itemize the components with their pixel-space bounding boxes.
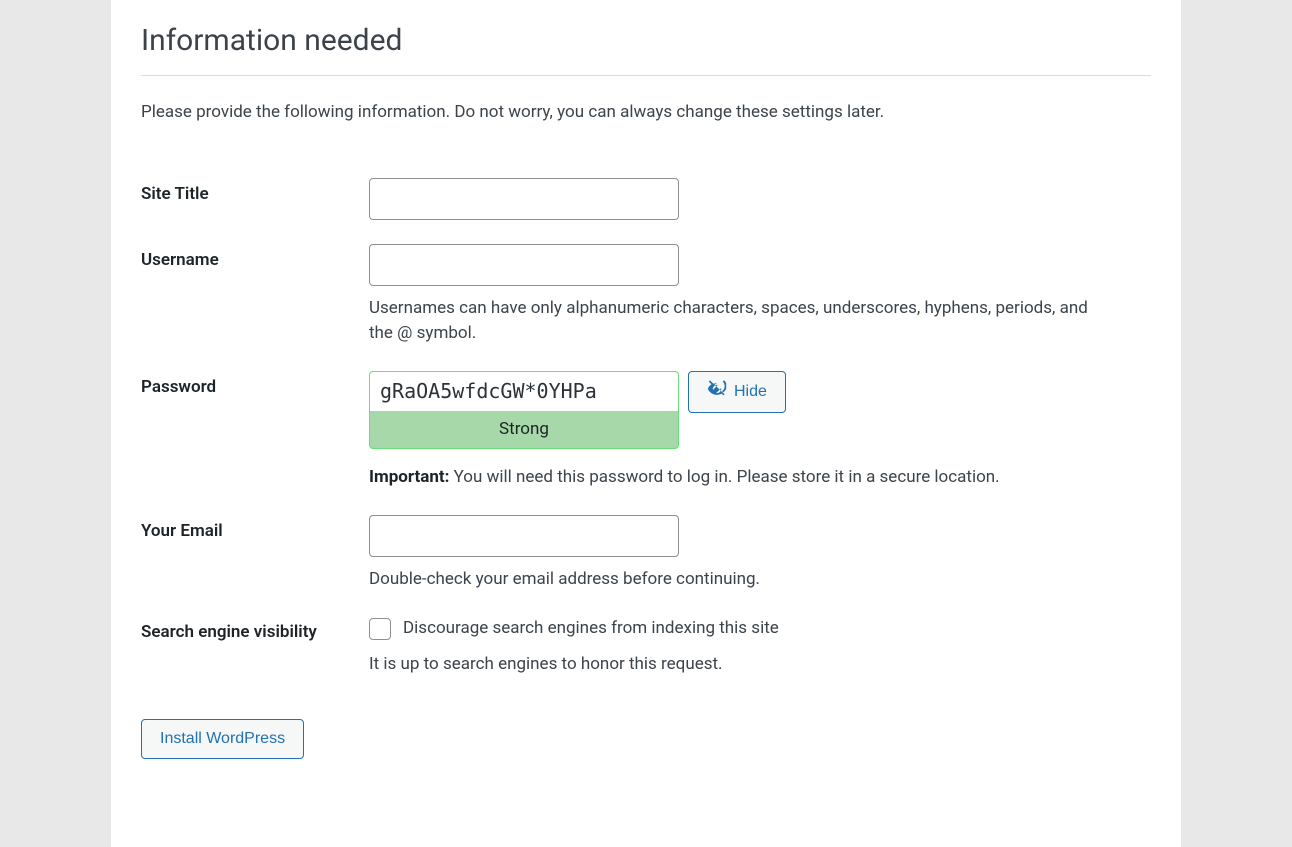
form-table: Site Title Username Usernames can have o… (141, 166, 1151, 690)
discourage-search-checkbox[interactable] (369, 618, 391, 640)
label-visibility: Search engine visibility (141, 604, 369, 689)
label-password: Password (141, 359, 369, 503)
password-input[interactable] (369, 371, 679, 411)
row-password: Password Strong Hide (141, 359, 1151, 503)
username-input[interactable] (369, 244, 679, 286)
install-wordpress-button[interactable]: Install WordPress (141, 719, 304, 759)
password-important-note: Important: You will need this password t… (369, 465, 1129, 491)
email-hint: Double-check your email address before c… (369, 567, 1109, 593)
row-email: Your Email Double-check your email addre… (141, 503, 1151, 605)
hide-button-label: Hide (734, 383, 767, 401)
label-email: Your Email (141, 503, 369, 605)
eye-slash-icon (707, 379, 727, 404)
label-username: Username (141, 232, 369, 359)
hide-password-button[interactable]: Hide (688, 371, 786, 413)
important-text: You will need this password to log in. P… (449, 467, 999, 487)
important-label: Important: (369, 467, 449, 487)
label-site-title: Site Title (141, 166, 369, 232)
intro-text: Please provide the following information… (141, 100, 1151, 126)
discourage-search-label: Discourage search engines from indexing … (403, 616, 779, 642)
install-panel: Information needed Please provide the fo… (111, 0, 1181, 847)
site-title-input[interactable] (369, 178, 679, 220)
row-site-title: Site Title (141, 166, 1151, 232)
row-username: Username Usernames can have only alphanu… (141, 232, 1151, 359)
password-strength-meter: Strong (369, 411, 679, 450)
visibility-hint: It is up to search engines to honor this… (369, 652, 1109, 678)
email-input[interactable] (369, 515, 679, 557)
row-visibility: Search engine visibility Discourage sear… (141, 604, 1151, 689)
username-hint: Usernames can have only alphanumeric cha… (369, 296, 1109, 347)
page-heading: Information needed (141, 0, 1151, 76)
